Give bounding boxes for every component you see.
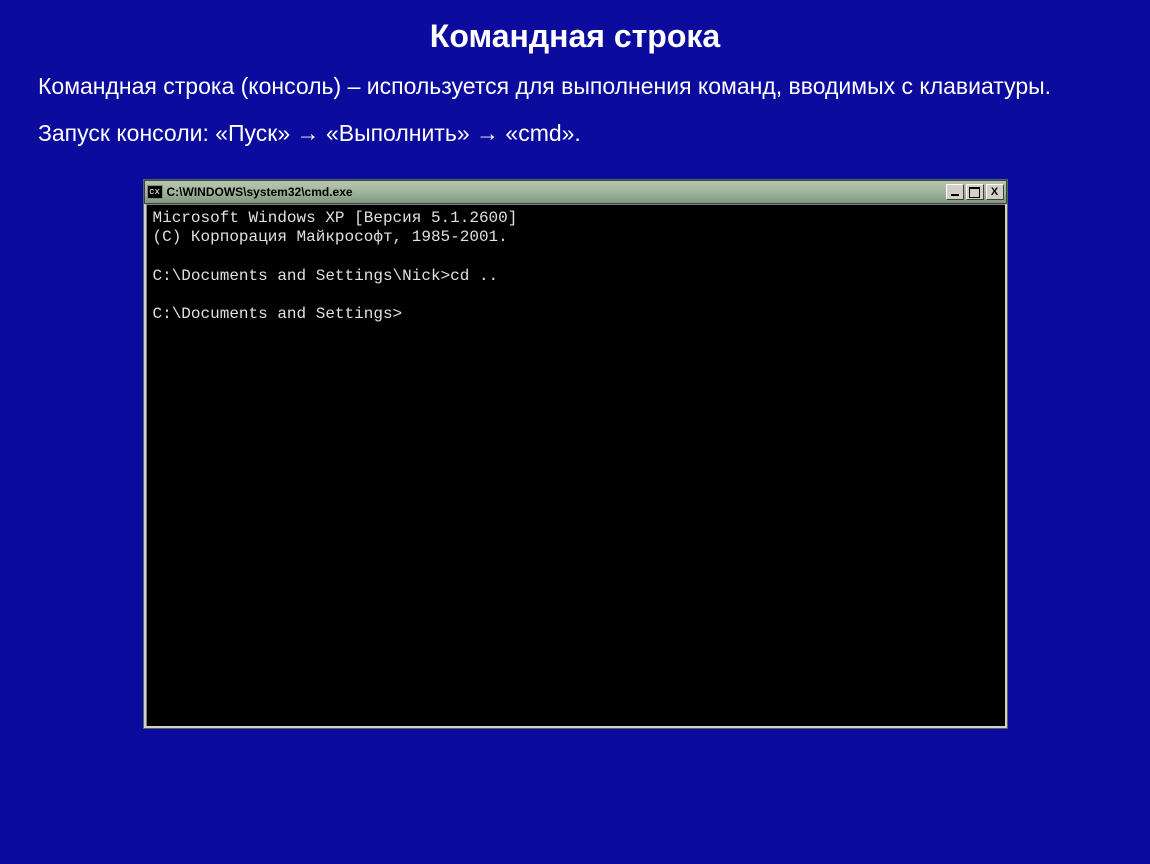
slide-title: Командная строка — [0, 0, 1150, 55]
console-line: Microsoft Windows XP [Версия 5.1.2600] — [153, 209, 518, 227]
minimize-button[interactable] — [946, 184, 964, 200]
console-output[interactable]: Microsoft Windows XP [Версия 5.1.2600] (… — [146, 204, 1005, 726]
console-line — [153, 286, 163, 304]
slide-body: Командная строка (консоль) – используетс… — [0, 55, 1150, 149]
titlebar[interactable]: cx C:\WINDOWS\system32\cmd.exe X — [144, 180, 1007, 204]
console-line: C:\Documents and Settings\Nick>cd .. — [153, 267, 499, 285]
close-button[interactable]: X — [986, 184, 1004, 200]
cmd-icon: cx — [147, 185, 163, 199]
maximize-button[interactable] — [966, 184, 984, 200]
console-frame: Microsoft Windows XP [Версия 5.1.2600] (… — [144, 204, 1007, 728]
paragraph-1: Командная строка (консоль) – используетс… — [38, 71, 1112, 102]
paragraph-2: Запуск консоли: «Пуск» → «Выполнить» → «… — [38, 118, 1112, 149]
console-line: C:\Documents and Settings> — [153, 305, 403, 323]
console-line: (С) Корпорация Майкрософт, 1985-2001. — [153, 228, 508, 246]
cmd-window: cx C:\WINDOWS\system32\cmd.exe X Microso… — [143, 179, 1008, 729]
window-controls: X — [946, 184, 1004, 200]
console-line — [153, 247, 163, 265]
window-title: C:\WINDOWS\system32\cmd.exe — [167, 185, 946, 199]
